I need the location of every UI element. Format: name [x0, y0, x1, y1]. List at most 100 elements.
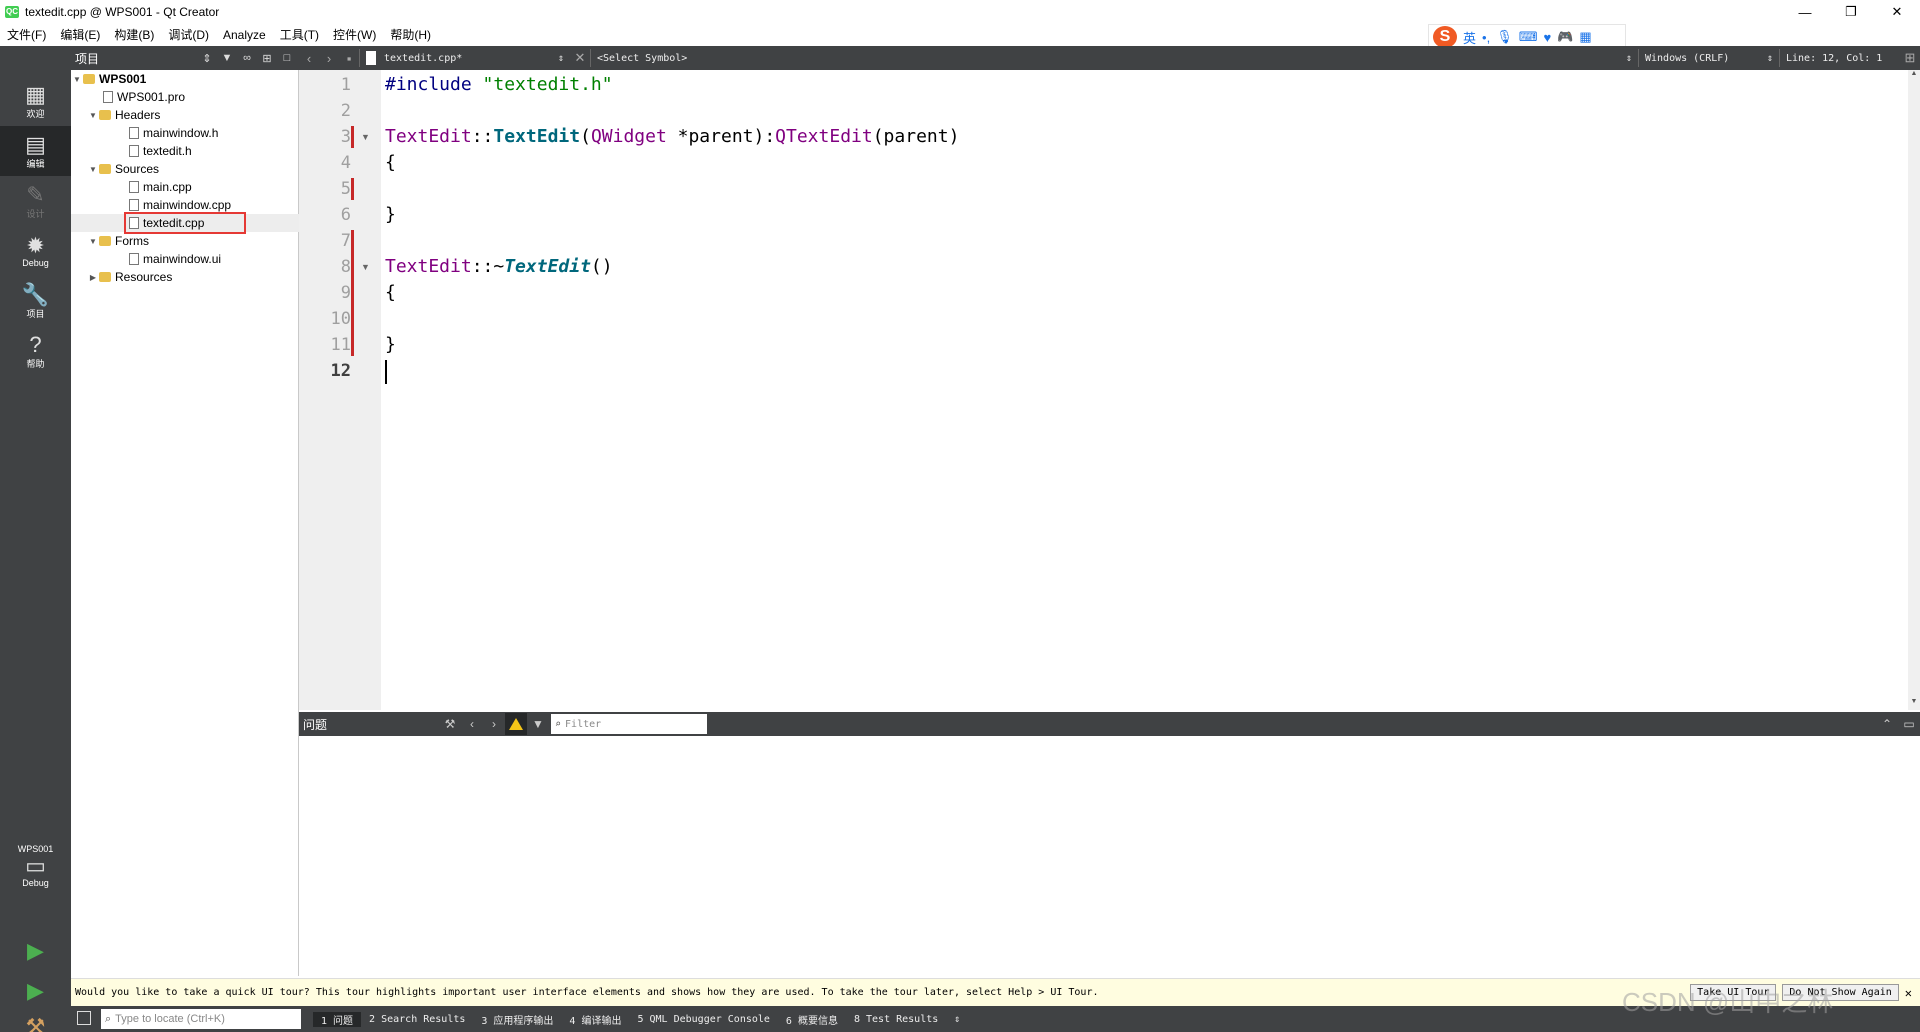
close-document-icon[interactable]: ✕: [570, 50, 590, 66]
mode-debug[interactable]: ✹ Debug: [0, 226, 71, 276]
menu-help[interactable]: 帮助(H): [383, 24, 438, 46]
warnings-toggle[interactable]: [505, 713, 527, 735]
menu-debug[interactable]: 调试(D): [161, 24, 216, 46]
build-button[interactable]: ⚒: [0, 1002, 71, 1032]
locator-input[interactable]: ⌕ Type to locate (Ctrl+K): [101, 1009, 301, 1029]
fold-arrow-icon[interactable]: ▼: [361, 132, 370, 142]
close-panel-icon[interactable]: □: [279, 52, 295, 64]
issues-filter-input[interactable]: ⌕ Filter: [551, 714, 707, 734]
lock-icon[interactable]: ▪: [339, 51, 359, 66]
forward-arrow-icon[interactable]: ›: [319, 51, 339, 66]
fold-arrow-icon[interactable]: ▼: [361, 262, 370, 272]
debug-run-icon: ▶: [27, 978, 44, 1003]
skin-icon[interactable]: ♥: [1543, 30, 1551, 45]
minimize-button[interactable]: —: [1782, 0, 1828, 24]
close-infobar-icon[interactable]: ✕: [1905, 986, 1912, 1000]
tree-item-project[interactable]: ▼ WPS001: [71, 70, 299, 88]
tree-item-pro-file[interactable]: WPS001.pro: [71, 88, 299, 106]
output-tab-application-output[interactable]: 3 应用程序输出: [473, 1012, 561, 1027]
mode-help[interactable]: ? 帮助: [0, 326, 71, 376]
close-button[interactable]: ✕: [1874, 0, 1920, 24]
collapse-arrow-icon[interactable]: ▶: [87, 273, 99, 282]
scroll-up-icon[interactable]: ▲: [1908, 70, 1920, 82]
project-panel-title[interactable]: 项目: [75, 50, 199, 67]
tree-item-mainwindow-ui[interactable]: mainwindow.ui: [71, 250, 299, 268]
scroll-down-icon[interactable]: ▼: [1908, 698, 1920, 710]
clean-icon[interactable]: ⚒: [439, 717, 461, 731]
line-number: 4: [340, 153, 351, 173]
toggle-sidebar-icon[interactable]: [77, 1011, 91, 1025]
menu-file[interactable]: 文件(F): [0, 24, 53, 46]
back-arrow-icon[interactable]: ‹: [299, 51, 319, 66]
mode-label: Debug: [22, 258, 49, 268]
tree-item-sources[interactable]: ▼ Sources: [71, 160, 299, 178]
line-ending-label: Windows (CRLF): [1645, 52, 1730, 64]
change-marker: [351, 178, 354, 200]
tree-item-main-cpp[interactable]: main.cpp: [71, 178, 299, 196]
line-number: 3: [340, 127, 351, 147]
editor-scrollbar[interactable]: ▲ ▼: [1908, 70, 1920, 710]
current-file-label: textedit.cpp*: [384, 52, 463, 64]
ime-mode-toggle[interactable]: 英: [1463, 28, 1476, 47]
code-line-1: #include "textedit.h": [385, 74, 613, 95]
line-ending-combo[interactable]: Windows (CRLF) ⇕: [1639, 48, 1779, 68]
output-tab-test-results[interactable]: 8 Test Results: [846, 1014, 946, 1025]
output-tab-compile-output[interactable]: 4 编译输出: [561, 1012, 629, 1027]
csdn-watermark: CSDN @山中之林: [1622, 987, 1834, 1017]
line-number: 10: [330, 309, 351, 329]
output-tab-search-results[interactable]: 2 Search Results: [361, 1014, 473, 1025]
filter-icon[interactable]: ▼: [527, 717, 549, 731]
expand-arrow-icon[interactable]: ▼: [87, 111, 99, 120]
menu-build[interactable]: 构建(B): [107, 24, 161, 46]
menu-controls[interactable]: 控件(W): [326, 24, 383, 46]
gamepad-icon[interactable]: 🎮: [1557, 29, 1573, 45]
tree-item-resources[interactable]: ▶ Resources: [71, 268, 299, 286]
expand-arrow-icon[interactable]: ▼: [87, 237, 99, 246]
more-tabs-icon[interactable]: ⇕: [946, 1014, 968, 1025]
close-pane-icon[interactable]: ▭: [1898, 717, 1920, 731]
output-tab-issues[interactable]: 1 问题: [313, 1011, 362, 1027]
microphone-icon[interactable]: 🎙: [1496, 29, 1513, 45]
punctuation-icon[interactable]: •,: [1482, 30, 1490, 45]
expand-arrow-icon[interactable]: ▼: [71, 75, 83, 84]
line-number: 11: [330, 335, 351, 355]
prev-issue-icon[interactable]: ‹: [461, 717, 483, 731]
cursor-position[interactable]: Line: 12, Col: 1: [1780, 48, 1900, 68]
tree-item-label: mainwindow.cpp: [143, 198, 232, 212]
link-icon[interactable]: ∞: [239, 52, 255, 64]
tree-item-label: Forms: [115, 234, 149, 248]
toolbox-icon[interactable]: ▦: [1579, 29, 1591, 45]
output-tab-qml-debugger[interactable]: 5 QML Debugger Console: [629, 1014, 777, 1025]
filter-placeholder: Filter: [565, 718, 602, 730]
combo-arrows-icon[interactable]: ⇕: [199, 52, 215, 65]
filter-icon[interactable]: ▼: [219, 52, 235, 64]
line-number: 2: [340, 101, 351, 121]
mode-design[interactable]: ✎ 设计: [0, 176, 71, 226]
code-editor[interactable]: 1 2 3 4 5 6 7 8 9 10 11 12 ▼ ▼ #include …: [299, 70, 1908, 710]
tree-item-textedit-h[interactable]: textedit.h: [71, 142, 299, 160]
restore-button[interactable]: ❐: [1828, 0, 1874, 24]
kit-selector[interactable]: WPS001 ▭ Debug: [0, 826, 71, 906]
mode-projects[interactable]: 🔧 项目: [0, 276, 71, 326]
maximize-pane-icon[interactable]: ⌃: [1876, 717, 1898, 731]
expand-arrow-icon[interactable]: ▼: [87, 165, 99, 174]
menu-tools[interactable]: 工具(T): [273, 24, 326, 46]
tree-item-forms[interactable]: ▼ Forms: [71, 232, 299, 250]
symbol-combo[interactable]: <Select Symbol> ⇕: [591, 48, 1638, 68]
menu-analyze[interactable]: Analyze: [216, 24, 273, 46]
mode-edit[interactable]: ▤ 编辑: [0, 126, 71, 176]
mode-welcome[interactable]: ▦ 欢迎: [0, 76, 71, 126]
open-documents-combo[interactable]: textedit.cpp* ⇕: [360, 48, 570, 68]
run-icon: ▶: [27, 938, 44, 963]
split-editor-icon[interactable]: ⊞: [1900, 50, 1920, 66]
header-file-icon: [129, 145, 139, 157]
tree-item-mainwindow-h[interactable]: mainwindow.h: [71, 124, 299, 142]
split-icon[interactable]: ⊞: [259, 52, 275, 65]
tree-item-headers[interactable]: ▼ Headers: [71, 106, 299, 124]
keyboard-icon[interactable]: ⌨: [1519, 29, 1538, 45]
tree-item-label: textedit.h: [143, 144, 192, 158]
sogou-logo-icon[interactable]: S: [1433, 26, 1457, 48]
output-tab-general-messages[interactable]: 6 概要信息: [778, 1012, 846, 1027]
next-issue-icon[interactable]: ›: [483, 717, 505, 731]
menu-edit[interactable]: 编辑(E): [53, 24, 107, 46]
